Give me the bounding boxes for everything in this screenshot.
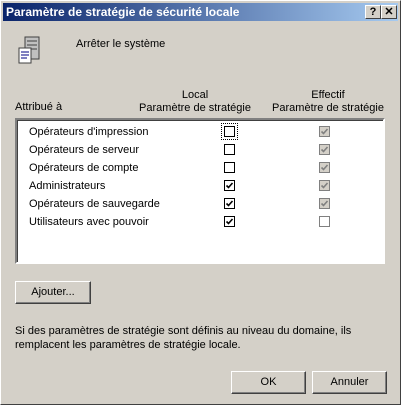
list-item[interactable]: Utilisateurs avec pouvoir <box>17 214 383 232</box>
effective-checkbox <box>319 180 330 191</box>
effective-setting-header: Effectif Paramètre de stratégie <box>272 89 384 114</box>
local-checkbox[interactable] <box>224 216 235 227</box>
check-mark-icon <box>320 200 329 207</box>
local-setting-header: Local Paramètre de stratégie <box>139 89 251 114</box>
local-checkbox[interactable] <box>224 144 235 155</box>
policy-name: Arrêter le système <box>76 38 166 50</box>
local-checkbox[interactable] <box>224 162 235 173</box>
policy-server-icon <box>18 36 40 64</box>
title-bar[interactable]: Paramètre de stratégie de sécurité local… <box>3 3 398 21</box>
list-item[interactable]: Opérateurs de compte <box>17 160 383 178</box>
effective-checkbox <box>319 144 330 155</box>
local-checkbox[interactable] <box>224 180 235 191</box>
attribute-header: Attribué à <box>15 101 63 113</box>
row-label: Opérateurs de compte <box>29 162 139 174</box>
check-mark-icon <box>320 164 329 171</box>
list-item[interactable]: Opérateurs de sauvegarde <box>17 196 383 214</box>
check-mark-icon <box>225 218 234 225</box>
effective-checkbox <box>319 162 330 173</box>
row-label: Utilisateurs avec pouvoir <box>29 216 149 228</box>
check-mark-icon <box>225 200 234 207</box>
check-mark-icon <box>320 182 329 189</box>
check-mark-icon <box>225 182 234 189</box>
ok-button[interactable]: OK <box>231 371 306 394</box>
dialog-window: Paramètre de stratégie de sécurité local… <box>0 0 401 405</box>
window-title: Paramètre de stratégie de sécurité local… <box>6 5 240 19</box>
check-mark-icon <box>320 146 329 153</box>
close-button[interactable]: ✕ <box>381 5 397 19</box>
row-label: Administrateurs <box>29 180 106 192</box>
row-label: Opérateurs d'impression <box>29 126 149 138</box>
local-checkbox[interactable] <box>224 198 235 209</box>
list-item[interactable]: Administrateurs <box>17 178 383 196</box>
effective-checkbox <box>319 216 330 227</box>
row-label: Opérateurs de sauvegarde <box>29 198 160 210</box>
row-label: Opérateurs de serveur <box>29 144 140 156</box>
check-mark-icon <box>320 128 329 135</box>
effective-checkbox <box>319 198 330 209</box>
list-item[interactable]: Opérateurs de serveur <box>17 142 383 160</box>
assigned-list[interactable]: Opérateurs d'impression Opérateurs de se… <box>15 118 385 264</box>
add-button[interactable]: Ajouter... <box>15 281 91 304</box>
list-item[interactable]: Opérateurs d'impression <box>17 123 383 142</box>
effective-checkbox <box>319 126 330 137</box>
help-button[interactable]: ? <box>365 5 381 19</box>
local-checkbox[interactable] <box>221 123 238 140</box>
domain-override-note: Si des paramètres de stratégie sont défi… <box>15 325 352 351</box>
cancel-button[interactable]: Annuler <box>312 371 387 394</box>
